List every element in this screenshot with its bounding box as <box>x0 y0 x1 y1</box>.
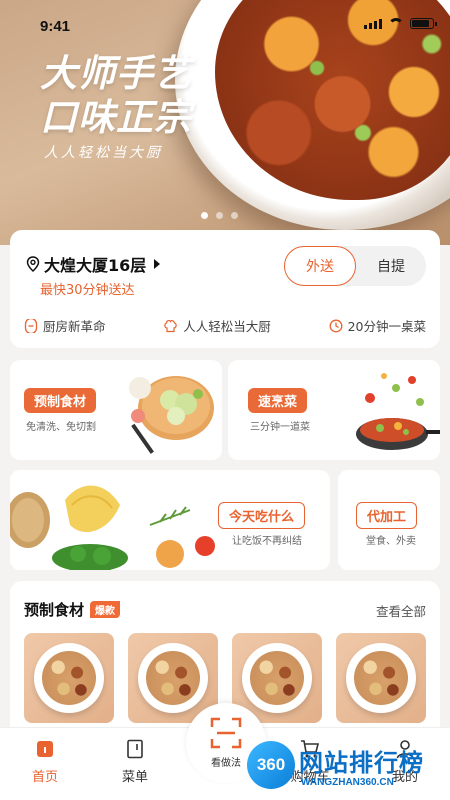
watermark-url: WANGZHAN360.CN <box>301 777 394 788</box>
feature-tag: 人人轻松当大厨 <box>163 316 271 335</box>
store-name: 大煌大厦16层 <box>44 256 147 275</box>
feature-tags: 厨房新革命 人人轻松当大厨 20分钟一桌菜 <box>24 316 426 335</box>
pasta-ingredients-image <box>10 485 215 570</box>
hero-title: 大师手艺 口味正宗 <box>40 52 192 140</box>
watermark-text: 网站排行榜 <box>299 749 424 777</box>
clock-icon <box>329 319 343 332</box>
section-header: 预制食材 爆款 <box>24 599 121 620</box>
kitchen-icon <box>24 318 38 333</box>
feature-tag-label: 20分钟一桌菜 <box>347 319 426 334</box>
feature-tag-label: 厨房新革命 <box>43 319 106 334</box>
tab-menu[interactable]: 菜单 <box>105 738 165 785</box>
mode-pickup[interactable]: 自提 <box>356 246 426 286</box>
tab-label: 菜单 <box>121 770 148 785</box>
store-card: 大煌大厦16层 最快30分钟送达 外送 自提 厨房新革命 人人轻松当大厨 20分… <box>10 230 440 348</box>
carousel-dot[interactable] <box>231 212 238 219</box>
hero-title-line2: 口味正宗 <box>40 96 192 139</box>
hot-badge: 爆款 <box>90 601 121 618</box>
category-title: 代加工 <box>356 502 418 529</box>
category-desc: 三分钟一道菜 <box>250 422 310 433</box>
carousel-dot[interactable] <box>216 212 223 219</box>
category-what-to-eat[interactable]: 今天吃什么 让吃饭不再纠结 <box>10 470 330 570</box>
signal-icon <box>364 18 382 29</box>
hero-subtitle: 人人轻松当大厨 <box>44 145 163 161</box>
tab-label: 首页 <box>31 770 58 785</box>
category-title: 预制食材 <box>24 388 97 413</box>
hero-title-line1: 大师手艺 <box>40 52 192 95</box>
category-desc: 让吃饭不再纠结 <box>232 536 302 547</box>
store-selector[interactable]: 大煌大厦16层 <box>26 252 161 276</box>
wok-image <box>356 373 440 450</box>
caret-right-icon <box>154 259 161 269</box>
product-image[interactable] <box>336 633 426 723</box>
carousel-dot[interactable] <box>201 212 208 219</box>
wifi-icon <box>388 18 404 29</box>
chef-hat-icon <box>164 319 178 332</box>
category-processing[interactable]: 代加工 堂食、外卖 <box>338 470 440 570</box>
watermark-badge: 360 <box>247 741 295 789</box>
category-title: 今天吃什么 <box>218 502 306 529</box>
location-pin-icon <box>26 256 40 272</box>
carousel-dots[interactable] <box>201 212 238 219</box>
tab-home[interactable]: 首页 <box>15 738 75 785</box>
mode-delivery[interactable]: 外送 <box>284 246 356 286</box>
home-icon <box>34 738 56 760</box>
status-icons <box>364 18 437 29</box>
see-all-link[interactable]: 查看全部 <box>376 601 426 620</box>
category-desc: 堂食、外卖 <box>366 536 416 547</box>
scan-label: 看做法 <box>211 758 241 769</box>
category-prepared-ingredients[interactable]: 预制食材 免清洗、免切割 <box>10 360 222 460</box>
feature-tag-label: 人人轻松当大厨 <box>183 319 271 334</box>
delivery-mode-toggle[interactable]: 外送 自提 <box>284 246 426 286</box>
section-title: 预制食材 <box>24 601 85 619</box>
product-image[interactable] <box>24 633 114 723</box>
feature-tag: 厨房新革命 <box>24 316 106 335</box>
vegetables-board-image <box>129 376 214 454</box>
site-watermark: 360 网站排行榜 WANGZHAN360.CN <box>247 737 443 797</box>
battery-icon <box>410 18 437 29</box>
status-time: 9:41 <box>40 18 71 35</box>
category-quick-cook[interactable]: 速烹菜 三分钟一道菜 <box>228 360 440 460</box>
category-desc: 免清洗、免切割 <box>26 422 96 433</box>
delivery-eta: 最快30分钟送达 <box>40 283 135 298</box>
menu-book-icon <box>124 738 146 760</box>
feature-tag: 20分钟一桌菜 <box>329 316 426 335</box>
scan-icon <box>210 717 242 749</box>
category-title: 速烹菜 <box>248 388 308 413</box>
hero-banner[interactable]: 9:41 大师手艺 口味正宗 人人轻松当大厨 <box>0 0 450 245</box>
